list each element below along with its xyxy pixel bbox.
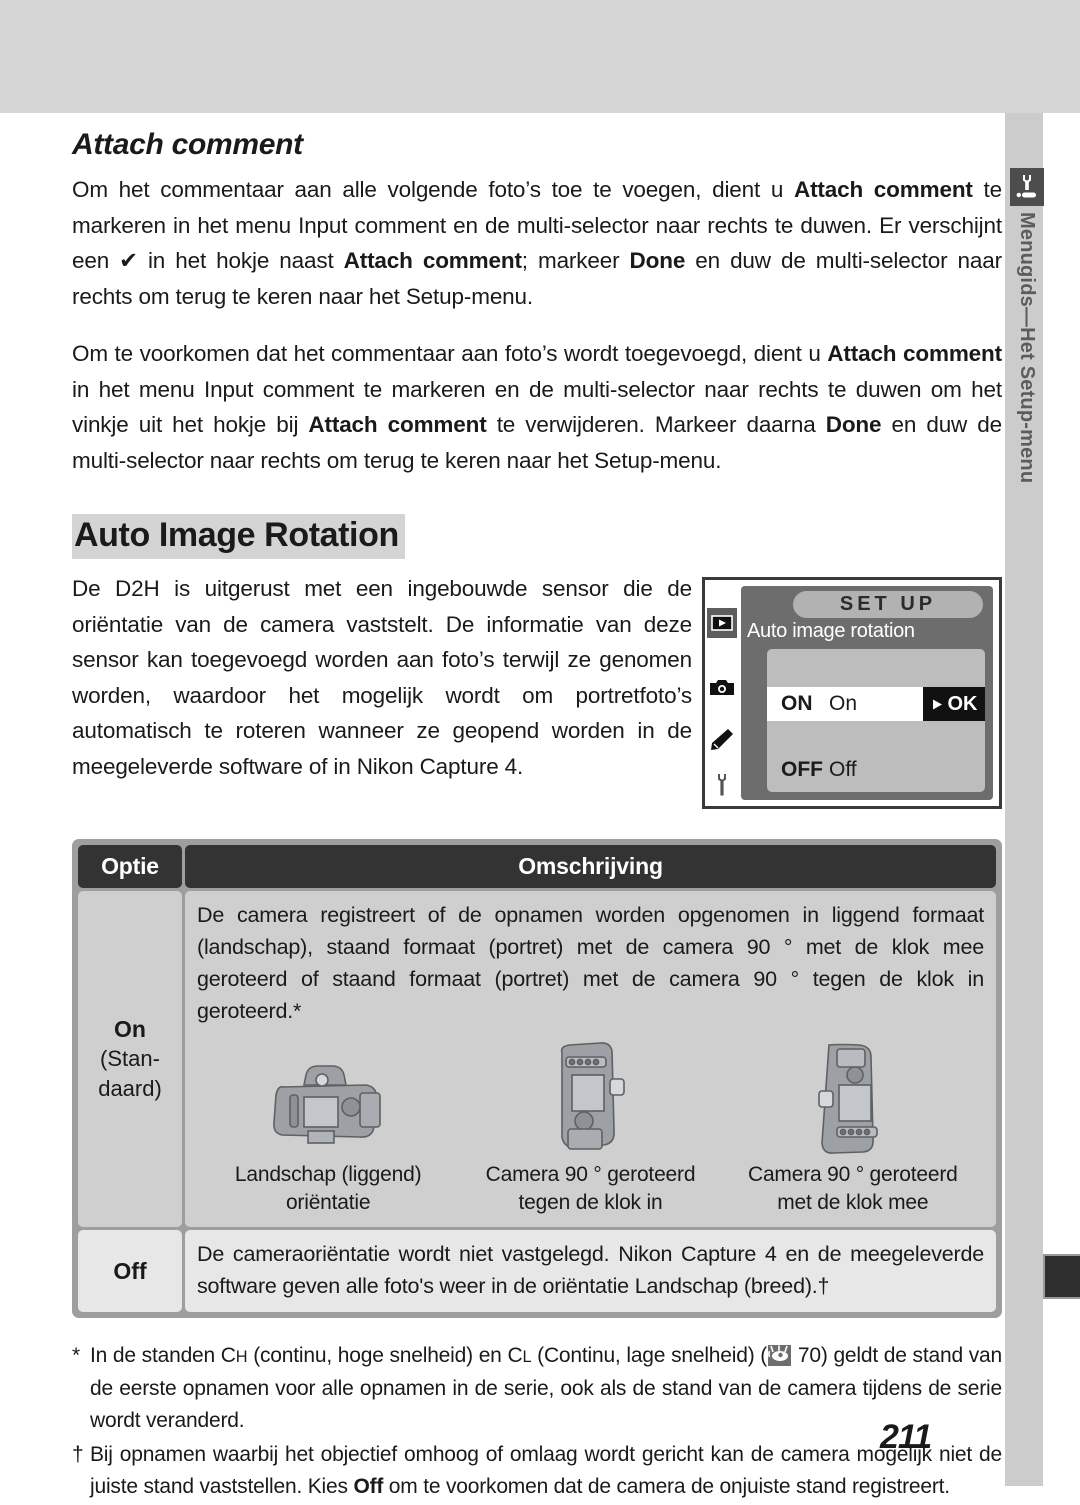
options-table: Optie Omschrijving On (Stan-daard) De ca… [72, 839, 1002, 1318]
camera-rotated-ccw-icon [561, 1042, 626, 1150]
option-label-off: Off [113, 1258, 147, 1284]
lcd-option-on-name: On [829, 692, 858, 715]
description-text-off: De cameraoriëntatie wordt niet vastgeleg… [197, 1242, 984, 1298]
lcd-option-on-code: ON [781, 692, 813, 715]
footnote-asterisk-text: In de standen CH (continu, hoge snelheid… [90, 1344, 1002, 1432]
lcd-ok-button[interactable]: OK [923, 687, 985, 721]
table-cell-option-on: On (Stan-daard) [78, 891, 182, 1227]
playback-icon [707, 608, 737, 638]
intro-row: De D2H is uitgerust met een ingebouwde s… [72, 571, 1002, 821]
table-cell-option-off: Off [78, 1230, 182, 1312]
footnote-dagger-mark: † [72, 1443, 84, 1466]
lcd-option-off-code: OFF [781, 758, 823, 781]
play-arrow-icon [932, 699, 942, 709]
camera-rotated-cw-icon [818, 1043, 878, 1154]
table-cell-description-on: De camera registreert of de opnamen word… [185, 891, 996, 1227]
lcd-menu-figure: SET UP Auto image rotation ON On OK OFF … [702, 577, 1002, 809]
chapter-side-tab-label: Menugids—Het Setup-menu [1016, 212, 1038, 484]
section-heading-auto-image-rotation: Auto Image Rotation [72, 514, 405, 559]
wrench-icon [1010, 168, 1044, 206]
lcd-menu-name: Auto image rotation [747, 620, 915, 642]
table-header-row: Optie Omschrijving [78, 845, 996, 888]
page-top-band [0, 0, 1080, 113]
wrench-icon-lcd [707, 770, 737, 800]
chapter-edge-tab-marker [1043, 1254, 1080, 1299]
table-row-on: On (Stan-daard) De camera registreert of… [78, 891, 996, 1227]
lcd-body: SET UP Auto image rotation ON On OK OFF … [741, 586, 993, 800]
description-text-on: De camera registreert of de opnamen word… [197, 903, 984, 1023]
subsection-heading-attach-comment: Attach comment [72, 128, 303, 161]
pencil-icon [707, 724, 737, 754]
camera-orientation-figures: Landschap (liggend) oriëntatie Camera 90… [197, 1039, 984, 1217]
table-row-off: Off De cameraoriëntatie wordt niet vastg… [78, 1230, 996, 1312]
page-content: Attach comment Om het commentaar aan all… [72, 128, 1002, 1505]
camera-landscape-icon [272, 1065, 381, 1144]
camera-icon [707, 672, 737, 702]
lcd-options-panel: ON On OK OFF Off [767, 649, 985, 792]
option-note-on: (Stan-daard) [98, 1046, 162, 1101]
figure-rotated-cw-caption: Camera 90 ° geroteerd met de klok mee [747, 1163, 958, 1214]
chapter-side-tab: Menugids—Het Setup-menu [1010, 168, 1044, 568]
paragraph-attach-comment-2: Om te voorkomen dat het commentaar aan f… [72, 341, 1002, 473]
figure-rotated-ccw: Camera 90 ° geroteerd tegen de klok in [465, 1039, 715, 1217]
lcd-option-on[interactable]: ON On OK [767, 687, 985, 721]
lcd-option-off-name: Off [829, 758, 857, 781]
figure-rotated-cw: Camera 90 ° geroteerd met de klok mee [728, 1039, 978, 1217]
figure-landscape-caption: Landschap (liggend) oriëntatie [234, 1163, 422, 1214]
page-number: 211 [880, 1418, 932, 1456]
option-label-on: On [114, 1016, 146, 1042]
table-header-description: Omschrijving [185, 845, 996, 888]
paragraph-auto-image-rotation-intro: De D2H is uitgerust met een ingebouwde s… [72, 576, 692, 779]
footnote-asterisk: * In de standen CH (continu, hoge snelhe… [72, 1340, 1002, 1437]
figure-rotated-ccw-caption: Camera 90 ° geroteerd tegen de klok in [485, 1163, 696, 1214]
footnotes: * In de standen CH (continu, hoge snelhe… [72, 1340, 1002, 1503]
table-cell-description-off: De cameraoriëntatie wordt niet vastgeleg… [185, 1230, 996, 1312]
table-header-option: Optie [78, 845, 182, 888]
footnote-dagger: † Bij opnamen waarbij het objectief omho… [72, 1439, 1002, 1503]
reference-eye-icon [768, 1345, 792, 1366]
lcd-title: SET UP [793, 591, 983, 618]
footnote-asterisk-mark: * [72, 1344, 80, 1367]
lcd-option-off[interactable]: OFF Off [767, 753, 985, 787]
figure-landscape: Landschap (liggend) oriëntatie [203, 1061, 453, 1217]
lcd-sidebar [705, 580, 741, 806]
paragraph-attach-comment-1: Om het commentaar aan alle volgende foto… [72, 177, 1002, 309]
lcd-ok-label: OK [947, 692, 978, 715]
footnote-dagger-text: Bij opnamen waarbij het objectief omhoog… [90, 1443, 1002, 1498]
